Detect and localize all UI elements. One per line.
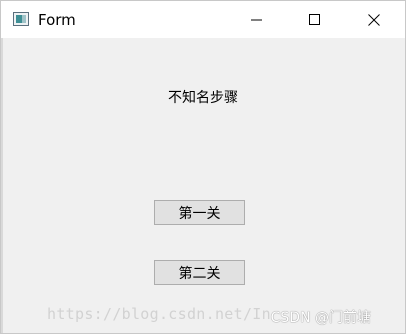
window-left-edge [1,38,3,333]
level-two-button[interactable]: 第二关 [154,260,245,285]
close-icon [368,13,380,26]
watermark-credit: CSDN @门前塘 [270,310,371,326]
minimize-icon [251,19,262,20]
title-bar[interactable]: Form [1,1,405,38]
form-app-icon [13,12,29,26]
step-label: 不知名步骤 [168,90,238,106]
level-one-button[interactable]: 第一关 [154,200,245,225]
watermark-url: https://blog.csdn.net/In [47,305,271,323]
minimize-button[interactable] [234,1,280,38]
close-button[interactable] [351,1,397,38]
form-window: Form 不知名步骤 第一关 第二关 https://blog.csdn.net… [0,0,406,334]
maximize-button[interactable] [292,1,338,38]
maximize-icon [309,13,320,25]
window-title: Form [38,11,76,29]
